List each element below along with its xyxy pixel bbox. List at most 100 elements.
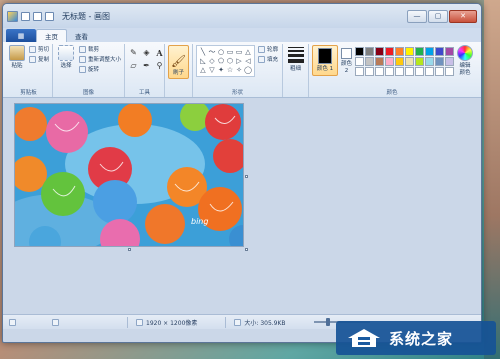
size-button[interactable]: 粗细 bbox=[286, 45, 305, 73]
palette-swatch[interactable] bbox=[445, 57, 454, 66]
color-picker-icon[interactable]: ✒ bbox=[141, 60, 152, 71]
palette-swatch[interactable] bbox=[435, 67, 444, 76]
crop-button[interactable]: 裁剪 bbox=[78, 45, 121, 53]
close-button[interactable]: ✕ bbox=[449, 9, 477, 23]
outline-button[interactable]: 轮廓 bbox=[258, 45, 278, 53]
image-dimensions-text: 1920 × 1200像素 bbox=[146, 319, 198, 327]
brushes-button[interactable]: 🖌 刷子 bbox=[168, 45, 189, 79]
shape-option-icon[interactable]: ✦ bbox=[217, 66, 225, 74]
paste-button[interactable]: 粘贴 bbox=[8, 45, 26, 70]
cursor-position-icon bbox=[9, 318, 16, 326]
palette-swatch[interactable] bbox=[445, 67, 454, 76]
file-size: 大小: 305.9KB bbox=[234, 318, 286, 327]
shape-option-icon[interactable]: ◁ bbox=[244, 57, 252, 65]
resize-button[interactable]: 重新调整大小 bbox=[78, 55, 121, 63]
palette-swatch[interactable] bbox=[435, 57, 444, 66]
palette-swatch[interactable] bbox=[385, 57, 394, 66]
palette-swatch[interactable] bbox=[365, 57, 374, 66]
palette-swatch[interactable] bbox=[355, 57, 364, 66]
palette-swatch[interactable] bbox=[375, 47, 384, 56]
image-canvas[interactable]: bing bbox=[14, 103, 244, 247]
palette-swatch[interactable] bbox=[425, 47, 434, 56]
save-icon[interactable] bbox=[21, 11, 30, 21]
eraser-icon[interactable]: ▱ bbox=[128, 60, 139, 71]
tab-view[interactable]: 查看 bbox=[67, 29, 96, 42]
palette-swatch[interactable] bbox=[435, 47, 444, 56]
palette-swatch[interactable] bbox=[375, 57, 384, 66]
file-menu-button[interactable]: ▦ bbox=[6, 29, 36, 42]
shape-option-icon[interactable]: ◯ bbox=[244, 66, 252, 74]
palette-swatch[interactable] bbox=[415, 57, 424, 66]
redo-icon[interactable] bbox=[45, 11, 54, 21]
rotate-button[interactable]: 旋转 bbox=[78, 65, 121, 73]
palette-swatch[interactable] bbox=[385, 47, 394, 56]
palette-swatch[interactable] bbox=[395, 57, 404, 66]
palette-swatch[interactable] bbox=[445, 47, 454, 56]
palette-swatch[interactable] bbox=[385, 67, 394, 76]
shape-option-icon[interactable]: ☆ bbox=[226, 66, 234, 74]
palette-swatch[interactable] bbox=[405, 47, 414, 56]
shape-option-icon[interactable]: ▽ bbox=[208, 66, 216, 74]
shape-option-icon[interactable]: ⬡ bbox=[226, 57, 234, 65]
shape-option-icon[interactable]: ╲ bbox=[199, 48, 207, 56]
color2-button[interactable]: 颜色 2 bbox=[341, 45, 352, 75]
palette-swatch[interactable] bbox=[365, 67, 374, 76]
dimensions-icon bbox=[136, 318, 143, 326]
shape-option-icon[interactable]: ▭ bbox=[226, 48, 234, 56]
color1-button[interactable]: 颜色 1 bbox=[312, 45, 338, 76]
clipboard-small-buttons: 剪切 复制 bbox=[28, 45, 49, 63]
palette-swatch[interactable] bbox=[395, 47, 404, 56]
clipboard-icon bbox=[8, 45, 25, 61]
tab-home[interactable]: 主页 bbox=[36, 29, 67, 42]
palette-swatch[interactable] bbox=[425, 57, 434, 66]
resize-handle-bottom[interactable] bbox=[128, 248, 131, 251]
color1-label: 颜色 1 bbox=[316, 66, 334, 72]
palette-swatch[interactable] bbox=[355, 47, 364, 56]
undo-icon[interactable] bbox=[33, 11, 42, 21]
palette-swatch[interactable] bbox=[355, 67, 364, 76]
magnifier-icon[interactable]: ⚲ bbox=[154, 60, 165, 71]
shape-option-icon[interactable]: ▭ bbox=[235, 48, 243, 56]
maximize-button[interactable]: ▢ bbox=[428, 9, 448, 23]
fill-bucket-icon[interactable]: ◈ bbox=[141, 47, 152, 58]
fill-button[interactable]: 填充 bbox=[258, 55, 278, 63]
resize-handle-right[interactable] bbox=[245, 175, 248, 178]
canvas-workspace[interactable]: bing 1920 × 1200像素 大小: 305.9KB bbox=[3, 99, 481, 329]
palette-swatch[interactable] bbox=[395, 67, 404, 76]
pencil-icon[interactable]: ✎ bbox=[128, 47, 139, 58]
palette-swatch[interactable] bbox=[415, 47, 424, 56]
shape-option-icon[interactable]: 〜 bbox=[208, 48, 216, 56]
palette-swatch[interactable] bbox=[405, 67, 414, 76]
palette-swatch[interactable] bbox=[375, 67, 384, 76]
shape-option-icon[interactable]: △ bbox=[199, 66, 207, 74]
shape-option-icon[interactable]: △ bbox=[244, 48, 252, 56]
text-tool-icon[interactable]: A bbox=[154, 47, 165, 58]
resize-handle-corner[interactable] bbox=[245, 248, 248, 251]
shape-option-icon[interactable]: ◺ bbox=[199, 57, 207, 65]
zoom-thumb[interactable] bbox=[325, 318, 330, 326]
palette-swatch[interactable] bbox=[405, 57, 414, 66]
minimize-button[interactable]: — bbox=[407, 9, 427, 23]
palette-swatch[interactable] bbox=[415, 67, 424, 76]
select-button[interactable]: 选择 bbox=[56, 45, 76, 70]
shape-option-icon[interactable]: ◇ bbox=[208, 57, 216, 65]
status-separator bbox=[127, 316, 128, 328]
watermark-text: 系统之家 bbox=[389, 329, 454, 348]
shape-option-icon[interactable]: ○ bbox=[217, 48, 225, 56]
crop-icon bbox=[78, 45, 86, 53]
shape-option-icon[interactable]: ▷ bbox=[235, 57, 243, 65]
shape-option-icon[interactable]: ⬠ bbox=[217, 57, 225, 65]
edit-colors-button[interactable]: 编辑颜色 bbox=[457, 45, 473, 77]
palette-swatch[interactable] bbox=[365, 47, 374, 56]
cut-button[interactable]: 剪切 bbox=[28, 45, 49, 53]
desktop-background bbox=[484, 0, 500, 359]
shape-option-icon[interactable]: ✧ bbox=[235, 66, 243, 74]
copy-button[interactable]: 复制 bbox=[28, 55, 49, 63]
paint-app-icon[interactable] bbox=[7, 10, 18, 22]
resize-label: 重新调整大小 bbox=[87, 57, 121, 63]
palette-swatch[interactable] bbox=[425, 67, 434, 76]
shapes-gallery[interactable]: ╲ 〜 ○ ▭ ▭ △ ◺ ◇ ⬠ ⬡ ▷ ◁ △ ▽ ✦ ☆ ✧ ◯ bbox=[196, 45, 255, 77]
selection-size bbox=[52, 318, 59, 326]
fill-label: 填充 bbox=[267, 57, 279, 63]
shapes-group: ╲ 〜 ○ ▭ ▭ △ ◺ ◇ ⬠ ⬡ ▷ ◁ △ ▽ ✦ ☆ ✧ ◯ 轮廓 填充 形状 bbox=[193, 44, 283, 97]
